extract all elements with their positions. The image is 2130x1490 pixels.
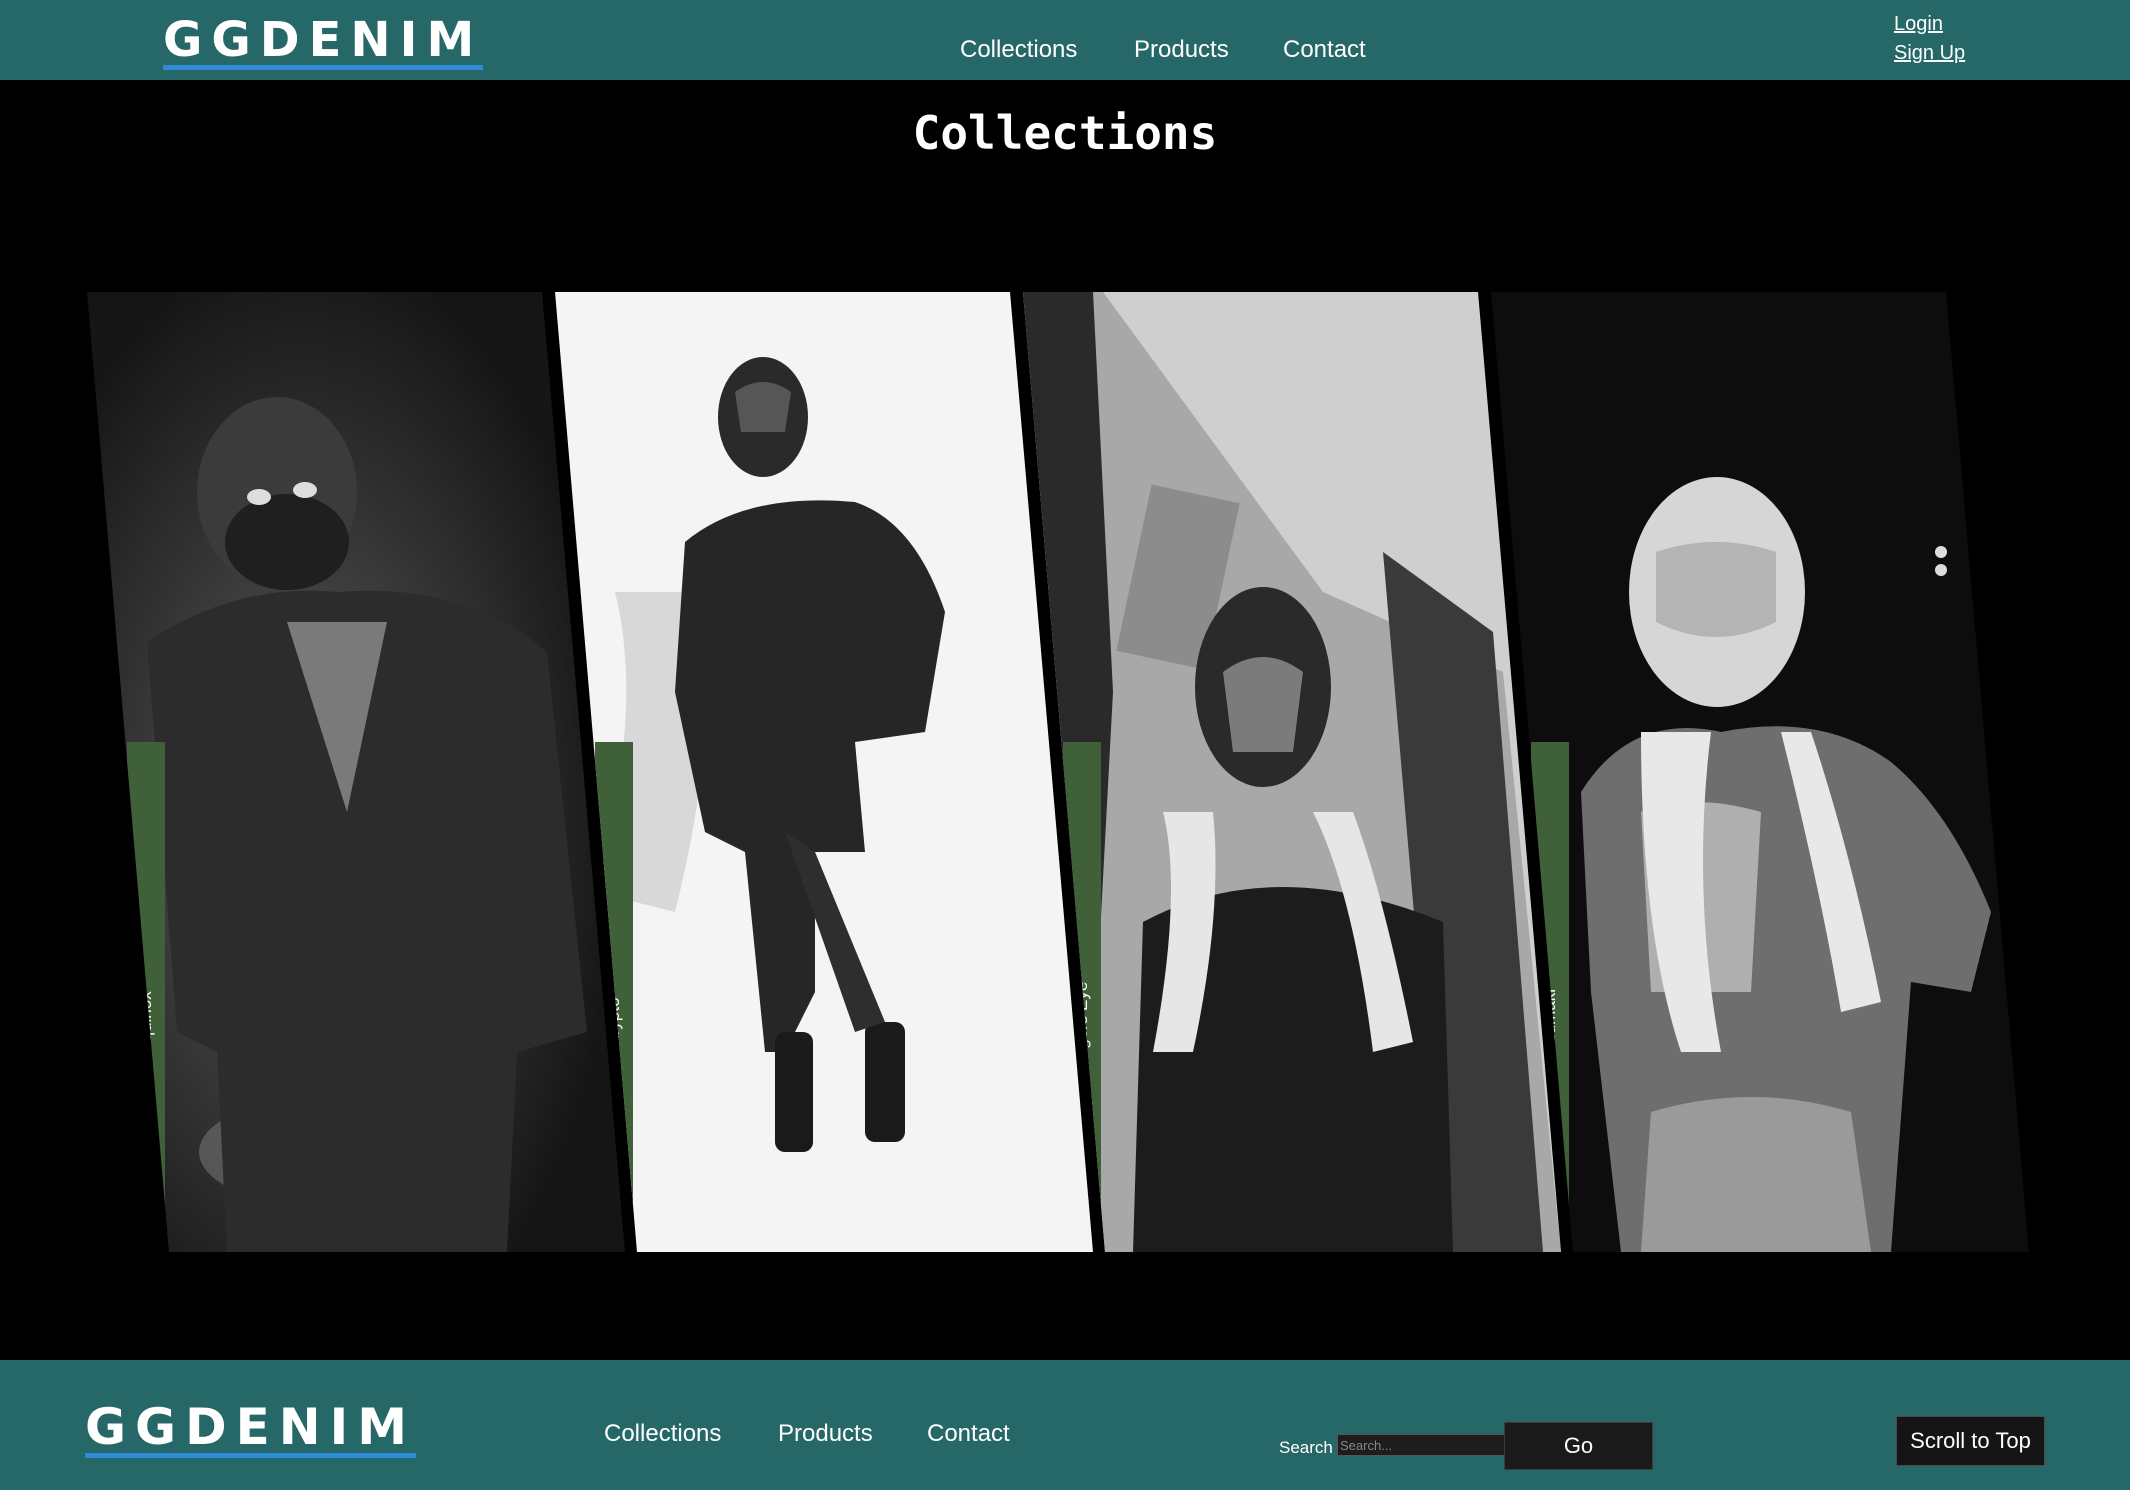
collection-card-equinox[interactable]: Equinox (87, 292, 625, 1252)
uzumaki-photo (1491, 292, 2029, 1252)
collection-card-tigers-eye[interactable]: Tigers Eye (1023, 292, 1561, 1252)
krypto-photo (555, 292, 1093, 1252)
nav-products[interactable]: Products (1134, 36, 1229, 64)
footer-brand-logo[interactable]: GGDENIM (85, 1402, 416, 1458)
tigers-eye-photo (1023, 292, 1561, 1252)
footer-nav-contact[interactable]: Contact (927, 1420, 1010, 1448)
collections-gallery: Equinox Krypto Tigers Eye Uzumaki (0, 292, 2130, 1252)
collection-name-krypto: Krypto (604, 997, 623, 1047)
nav-contact[interactable]: Contact (1283, 36, 1366, 64)
search-go-button[interactable]: Go (1504, 1422, 1653, 1470)
scroll-to-top-button[interactable]: Scroll to Top (1896, 1416, 2045, 1466)
collection-name-equinox: Equinox (136, 991, 155, 1053)
site-footer: GGDENIM Collections Products Contact Sea… (0, 1360, 2130, 1490)
page-title: Collections (912, 106, 1218, 160)
search-label: Search (1279, 1438, 1333, 1457)
signup-link[interactable]: Sign Up (1894, 42, 1965, 65)
site-header: GGDENIM Collections Products Contact Log… (0, 0, 2130, 80)
collection-card-krypto[interactable]: Krypto (555, 292, 1093, 1252)
footer-nav-collections[interactable]: Collections (604, 1420, 721, 1448)
collection-card-uzumaki[interactable]: Uzumaki (1491, 292, 2029, 1252)
footer-nav-products[interactable]: Products (778, 1420, 873, 1448)
equinox-photo (87, 292, 625, 1252)
nav-collections[interactable]: Collections (960, 36, 1077, 64)
brand-logo[interactable]: GGDENIM (163, 16, 484, 70)
login-link[interactable]: Login (1894, 13, 1943, 36)
search-input[interactable] (1337, 1434, 1506, 1456)
collection-tag: Equinox (127, 742, 165, 1212)
